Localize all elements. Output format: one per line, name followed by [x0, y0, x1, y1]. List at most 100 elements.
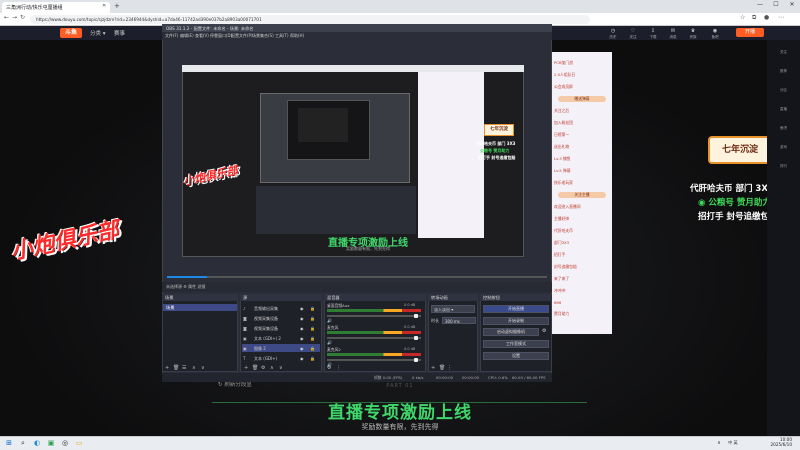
- tab-close-icon[interactable]: ✕: [102, 3, 106, 9]
- nav-item-category[interactable]: 分类 ▾: [90, 29, 106, 37]
- right-sidebar-item[interactable]: 排行: [767, 164, 800, 169]
- duration-input[interactable]: 300 ms: [442, 317, 476, 324]
- lock-icon[interactable]: 🔒: [310, 316, 315, 321]
- mute-speaker-icon[interactable]: 🔊: [327, 340, 332, 345]
- obs-menu-item[interactable]: 查看(V): [195, 33, 209, 39]
- back-icon[interactable]: ←: [4, 14, 9, 21]
- more-icon[interactable]: ⋯: [778, 14, 784, 21]
- scene-item[interactable]: 场景: [163, 304, 237, 311]
- virtual-camera-settings-icon[interactable]: ⚙: [542, 328, 546, 334]
- obs-icon[interactable]: ◎: [60, 438, 70, 448]
- nav-item-events[interactable]: 赛事: [114, 29, 125, 37]
- volume-slider[interactable]: [327, 337, 421, 339]
- preview-scrollbar[interactable]: [167, 276, 547, 278]
- obs-menu-item[interactable]: 文件(F): [165, 33, 178, 39]
- close-window-button[interactable]: ✕: [784, 1, 800, 8]
- avatar-icon[interactable]: ◉: [708, 28, 722, 34]
- message-icon[interactable]: ✉: [666, 28, 680, 34]
- mute-speaker-icon[interactable]: 🔊: [327, 318, 332, 323]
- scene-up-icon[interactable]: ∧: [192, 365, 196, 371]
- vip-icon[interactable]: ♛: [686, 28, 700, 34]
- lock-icon[interactable]: 🔒: [310, 356, 315, 361]
- source-item[interactable]: 视频采集设备: [242, 314, 320, 322]
- remove-scene-icon[interactable]: 🗑: [173, 365, 179, 371]
- search-icon[interactable]: ⌕: [18, 438, 28, 448]
- source-item[interactable]: 文本 (GDI+): [242, 354, 320, 362]
- lock-icon[interactable]: 🔒: [310, 346, 315, 351]
- transition-menu-icon[interactable]: ⋮: [447, 365, 452, 371]
- start-recording-button[interactable]: 开始录制: [483, 317, 549, 325]
- new-tab-icon[interactable]: +: [114, 2, 120, 10]
- add-transition-icon[interactable]: +: [431, 365, 435, 371]
- obs-menu-item[interactable]: 工具(T): [275, 33, 289, 39]
- remove-transition-icon[interactable]: 🗑: [439, 365, 445, 371]
- right-sidebar-item[interactable]: 分区: [767, 88, 800, 93]
- reload-icon[interactable]: ↻: [20, 14, 25, 21]
- source-item[interactable]: 图像 2: [242, 344, 320, 352]
- right-sidebar-item[interactable]: 游戏: [767, 145, 800, 150]
- mixer-menu-icon[interactable]: ⋮: [336, 365, 341, 371]
- add-scene-icon[interactable]: +: [165, 365, 169, 371]
- forward-icon[interactable]: →: [12, 14, 17, 21]
- right-sidebar-item[interactable]: 关注: [767, 50, 800, 55]
- start-icon[interactable]: ⊞: [4, 438, 14, 448]
- studio-mode-button[interactable]: 工作室模式: [483, 340, 549, 348]
- remove-source-icon[interactable]: 🗑: [252, 365, 258, 371]
- collections-icon[interactable]: ⧉: [752, 14, 756, 22]
- right-sidebar-item[interactable]: 鱼吧: [767, 126, 800, 131]
- right-sidebar-item[interactable]: 推荐: [767, 69, 800, 74]
- follow-icon[interactable]: ♡: [626, 28, 640, 34]
- edge-icon[interactable]: ◐: [32, 438, 42, 448]
- history-icon[interactable]: ◷: [606, 28, 620, 34]
- browser-tab[interactable]: 三角洲行动/快乐屯厘播组: [2, 2, 110, 13]
- chat-panel[interactable]: PCB加门战 2.0人组队日 公会成员群 赠送弹幕 关注之后 加入粉丝团 日榜第一 送出礼物 L…: [552, 52, 612, 334]
- visibility-eye-icon[interactable]: ◉: [300, 336, 304, 341]
- chat-pill[interactable]: 关注主播: [558, 192, 606, 198]
- source-item[interactable]: 文本 (GDI+) 2: [242, 334, 320, 342]
- volume-slider-handle[interactable]: [414, 358, 418, 362]
- visibility-eye-icon[interactable]: ◉: [300, 326, 304, 331]
- transition-select[interactable]: 淡入淡出 ▾: [431, 305, 475, 313]
- folder-icon[interactable]: ▭: [74, 438, 84, 448]
- clock[interactable]: 10:00 2025/6/10: [752, 437, 792, 447]
- store-icon[interactable]: ▣: [46, 438, 56, 448]
- source-item[interactable]: 视频采集设备: [242, 324, 320, 332]
- source-down-icon[interactable]: ∨: [279, 365, 283, 371]
- minimize-button[interactable]: —: [752, 1, 768, 8]
- add-source-icon[interactable]: +: [244, 365, 248, 371]
- url-field[interactable]: https://www.douyu.com/topic/sjzjdzm?rid=…: [30, 15, 590, 24]
- obs-menu-item[interactable]: 停靠窗口(D): [210, 33, 232, 39]
- start-streaming-button[interactable]: 开始直播: [483, 305, 549, 313]
- tray-up-icon[interactable]: ∧: [714, 438, 724, 448]
- volume-slider-handle[interactable]: [414, 314, 418, 318]
- visibility-eye-icon[interactable]: ◉: [300, 316, 304, 321]
- source-up-icon[interactable]: ∧: [270, 365, 274, 371]
- preview-scrollbar-thumb[interactable]: [167, 276, 207, 278]
- volume-slider[interactable]: [327, 359, 421, 361]
- favorites-icon[interactable]: ☆: [740, 14, 745, 21]
- go-live-button[interactable]: 开播: [736, 28, 764, 37]
- source-settings-icon[interactable]: ⚙: [261, 365, 265, 371]
- volume-slider[interactable]: [327, 315, 421, 317]
- input-language[interactable]: 中 英: [728, 440, 738, 446]
- mixer-settings-icon[interactable]: ⚙: [327, 365, 331, 371]
- lock-icon[interactable]: 🔒: [310, 326, 315, 331]
- obs-menu-item[interactable]: 帮助(H): [290, 33, 304, 39]
- obs-menu-item[interactable]: 场景集合(S): [252, 33, 274, 39]
- download-icon[interactable]: ⇩: [646, 28, 660, 34]
- scene-down-icon[interactable]: ∨: [201, 365, 205, 371]
- lock-icon[interactable]: 🔒: [310, 306, 315, 311]
- visibility-eye-icon[interactable]: ◉: [300, 306, 304, 311]
- visibility-eye-icon[interactable]: ◉: [300, 346, 304, 351]
- source-item[interactable]: 音频输出采集: [242, 304, 320, 312]
- scene-filter-icon[interactable]: ☰: [182, 365, 186, 371]
- site-logo[interactable]: 斗鱼: [60, 28, 82, 38]
- visibility-eye-icon[interactable]: ◉: [300, 356, 304, 361]
- volume-slider-handle[interactable]: [414, 336, 418, 340]
- obs-menu-item[interactable]: 编辑(E): [180, 33, 194, 39]
- profile-icon[interactable]: ●: [764, 14, 769, 21]
- lock-icon[interactable]: 🔒: [310, 336, 315, 341]
- settings-button[interactable]: 设置: [483, 352, 549, 360]
- right-sidebar-item[interactable]: 直播: [767, 107, 800, 112]
- virtual-camera-button[interactable]: 启动虚拟摄像机: [483, 328, 539, 336]
